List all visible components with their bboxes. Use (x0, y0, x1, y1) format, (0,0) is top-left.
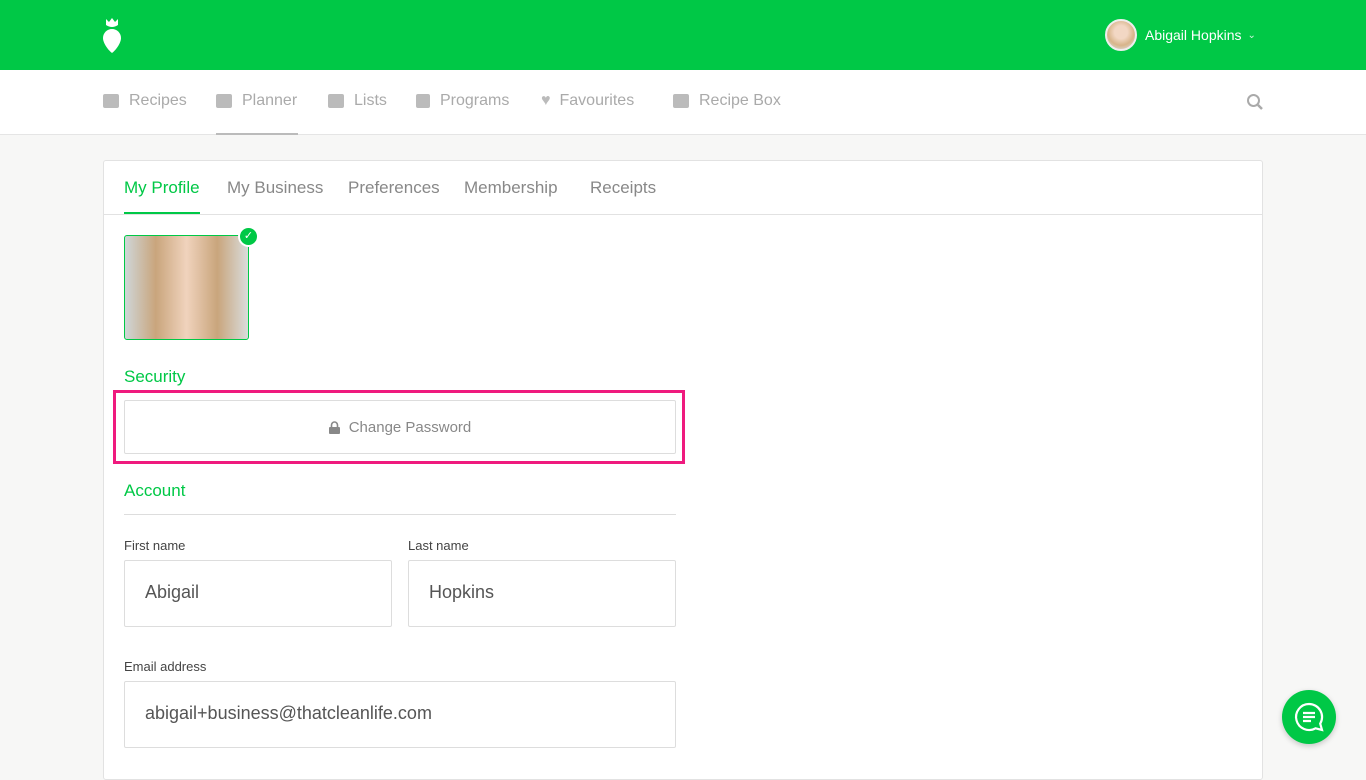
change-password-button[interactable]: Change Password (124, 400, 676, 454)
check-icon: ✓ (238, 226, 259, 247)
logo-icon[interactable] (103, 17, 121, 53)
tab-my-profile[interactable]: My Profile (124, 178, 200, 214)
tab-receipts[interactable]: Receipts (590, 178, 656, 198)
profile-tabs: My Profile My Business Preferences Membe… (104, 161, 1262, 215)
lock-icon (328, 420, 340, 434)
avatar (1105, 19, 1137, 51)
chat-icon (1294, 702, 1324, 732)
security-heading: Security (124, 367, 186, 386)
nav-favourites[interactable]: ♥ Favourites (541, 92, 634, 110)
nav-label: Favourites (559, 92, 635, 109)
last-name-label: Last name (408, 538, 469, 553)
last-name-field[interactable]: Hopkins (408, 560, 676, 627)
tab-my-business[interactable]: My Business (227, 178, 323, 198)
email-label: Email address (124, 659, 207, 674)
nav-label: Lists (354, 92, 387, 109)
user-name: Abigail Hopkins (1145, 27, 1242, 43)
nav-planner[interactable]: Planner (216, 92, 297, 110)
user-menu[interactable]: Abigail Hopkins ⌄ (1105, 19, 1256, 51)
active-nav-indicator (216, 133, 298, 135)
tab-membership[interactable]: Membership (464, 178, 558, 198)
email-field[interactable]: abigail+business@thatcleanlife.com (124, 681, 676, 748)
nav-label: Recipe Box (699, 92, 781, 109)
tray-icon (103, 94, 119, 108)
search-icon[interactable] (1246, 93, 1264, 111)
nav-programs[interactable]: Programs (416, 92, 509, 110)
chat-button[interactable] (1282, 690, 1336, 744)
heart-icon: ♥ (541, 92, 551, 109)
nav-recipes[interactable]: Recipes (103, 92, 187, 110)
profile-photo[interactable] (124, 235, 249, 340)
first-name-label: First name (124, 538, 186, 553)
tab-preferences[interactable]: Preferences (348, 178, 440, 198)
checklist-icon (328, 94, 344, 108)
first-name-field[interactable]: Abigail (124, 560, 392, 627)
box-icon (673, 94, 689, 108)
profile-card: My Profile My Business Preferences Membe… (103, 160, 1263, 780)
nav-recipe-box[interactable]: Recipe Box (673, 92, 781, 110)
nav-label: Recipes (129, 92, 187, 109)
chevron-down-icon: ⌄ (1247, 29, 1256, 41)
book-icon (416, 94, 430, 108)
change-password-label: Change Password (348, 418, 472, 436)
main-nav: Recipes Planner Lists Programs ♥ Favourit… (0, 70, 1366, 135)
calendar-icon (216, 94, 232, 108)
top-bar: Abigail Hopkins ⌄ (0, 0, 1366, 70)
account-heading: Account (124, 481, 186, 500)
nav-lists[interactable]: Lists (328, 92, 387, 110)
nav-label: Planner (242, 92, 298, 109)
divider (124, 514, 676, 515)
nav-label: Programs (440, 92, 510, 109)
